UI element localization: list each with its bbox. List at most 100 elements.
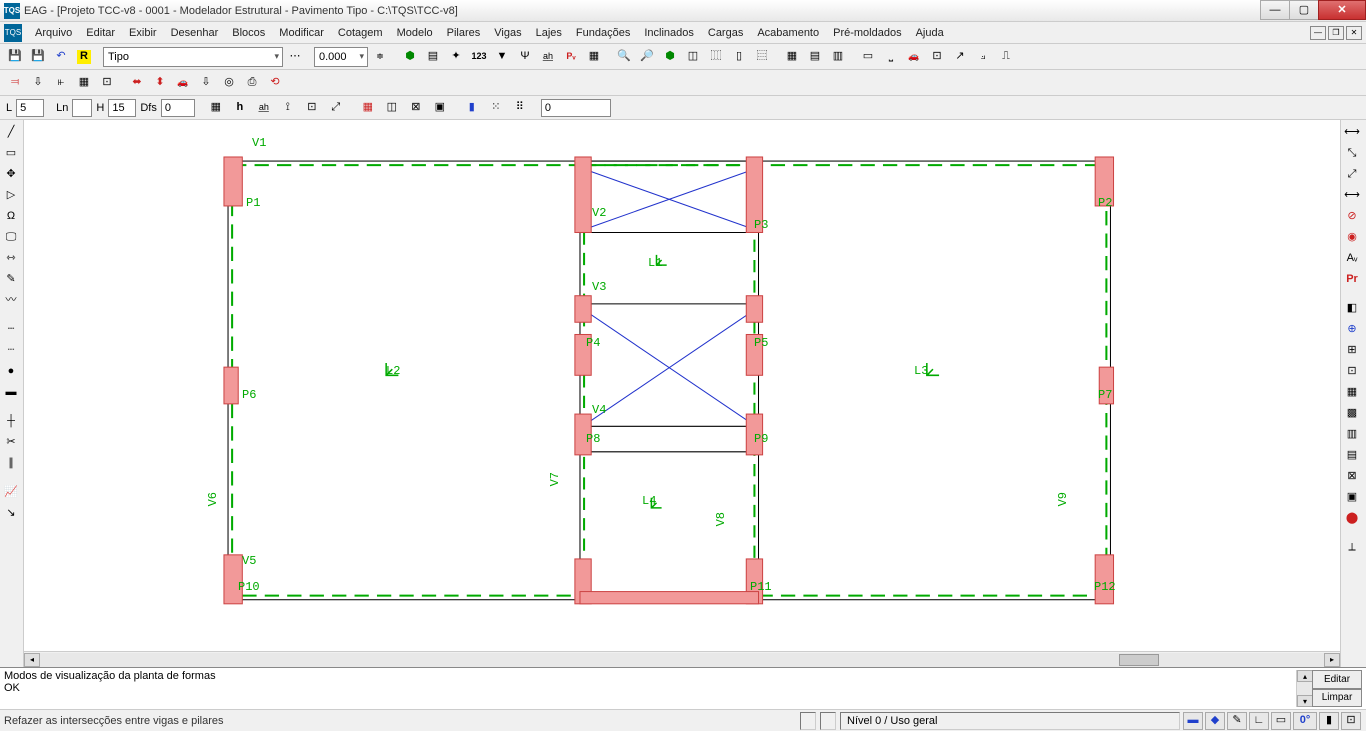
f3-j-icon[interactable]: ▣ bbox=[429, 97, 451, 119]
rt-pr-icon[interactable]: Pr bbox=[1342, 269, 1362, 289]
baseline-button[interactable]: ⎵ bbox=[880, 46, 902, 68]
sec-j-icon[interactable]: ◎ bbox=[218, 72, 240, 94]
lt-wave-icon[interactable]: 〰 bbox=[1, 290, 21, 310]
f3-c-icon[interactable]: a̲h̲ bbox=[253, 97, 275, 119]
menu-vigas[interactable]: Vigas bbox=[487, 25, 528, 41]
scale-stepper[interactable]: ≑ bbox=[369, 46, 391, 68]
minimize-button[interactable]: — bbox=[1260, 0, 1290, 20]
mdi-restore-button[interactable]: ❐ bbox=[1328, 26, 1344, 40]
field-l-input[interactable]: 5 bbox=[16, 99, 44, 117]
status-btn-2[interactable]: ◆ bbox=[1205, 712, 1225, 730]
sec-e-icon[interactable]: ⊡ bbox=[96, 72, 118, 94]
field-ln-input[interactable] bbox=[72, 99, 92, 117]
redo-button[interactable]: R bbox=[73, 46, 95, 68]
zoom-out-button[interactable]: 🔎 bbox=[636, 46, 658, 68]
console-clear-button[interactable]: Limpar bbox=[1312, 689, 1362, 708]
menu-inclinados[interactable]: Inclinados bbox=[637, 25, 701, 41]
view-3d-button[interactable]: ⬢ bbox=[659, 46, 681, 68]
f3-m-icon[interactable]: ⠿ bbox=[509, 97, 531, 119]
window-1-button[interactable]: ◫ bbox=[682, 46, 704, 68]
mdi-close-button[interactable]: ✕ bbox=[1346, 26, 1362, 40]
rt-q-icon[interactable]: ▣ bbox=[1342, 487, 1362, 507]
lt-cut-icon[interactable]: ✂ bbox=[1, 432, 21, 452]
menu-ajuda[interactable]: Ajuda bbox=[909, 25, 951, 41]
zoom-in-button[interactable]: 🔍 bbox=[613, 46, 635, 68]
rt-d-icon[interactable]: ⟷ bbox=[1342, 185, 1362, 205]
rt-e-icon[interactable]: ⊘ bbox=[1342, 206, 1362, 226]
mdi-minimize-button[interactable]: — bbox=[1310, 26, 1326, 40]
rt-l-icon[interactable]: ▦ bbox=[1342, 382, 1362, 402]
grid-b-button[interactable]: ▤ bbox=[804, 46, 826, 68]
rt-h-icon[interactable]: ◧ bbox=[1342, 298, 1362, 318]
rt-f-icon[interactable]: ◉ bbox=[1342, 227, 1362, 247]
lt-para-icon[interactable]: ∥ bbox=[1, 453, 21, 473]
lt-screen-icon[interactable]: 🖵 bbox=[1, 227, 21, 247]
lt-arc-icon[interactable]: Ω bbox=[1, 206, 21, 226]
lt-block-icon[interactable]: ▬ bbox=[1, 382, 21, 402]
window-3-button[interactable]: ▯ bbox=[728, 46, 750, 68]
menu-cargas[interactable]: Cargas bbox=[701, 25, 750, 41]
menu-blocos[interactable]: Blocos bbox=[225, 25, 272, 41]
tool-check-icon[interactable]: ✦ bbox=[445, 46, 467, 68]
close-button[interactable]: ✕ bbox=[1318, 0, 1366, 20]
sec-k-icon[interactable]: ⎙ bbox=[241, 72, 263, 94]
grid-a-button[interactable]: ▦ bbox=[781, 46, 803, 68]
f3-g-icon[interactable]: ▦ bbox=[357, 97, 379, 119]
lt-plus-icon[interactable]: ┼ bbox=[1, 411, 21, 431]
status-btn-1[interactable]: ▬ bbox=[1183, 712, 1203, 730]
drawing-canvas[interactable]: V1 V2 V3 V4 V5 V6 V7 V8 V9 P1 P2 P3 P4 P… bbox=[24, 120, 1340, 651]
bracket-button[interactable]: ⟓ bbox=[972, 46, 994, 68]
rect-button[interactable]: ▭ bbox=[857, 46, 879, 68]
arrow-tr-button[interactable]: ↗ bbox=[949, 46, 971, 68]
field-dfs-input[interactable]: 0 bbox=[161, 99, 195, 117]
maximize-button[interactable]: ▢ bbox=[1289, 0, 1319, 20]
status-btn-7[interactable]: ⊡ bbox=[1341, 712, 1361, 730]
menu-lajes[interactable]: Lajes bbox=[529, 25, 569, 41]
f3-b-icon[interactable]: h bbox=[229, 97, 251, 119]
rt-r-icon[interactable]: ⬤ bbox=[1342, 508, 1362, 528]
tool-123-icon[interactable]: 123 bbox=[468, 46, 490, 68]
tool-grid-icon[interactable]: ▦ bbox=[583, 46, 605, 68]
rt-k-icon[interactable]: ⊡ bbox=[1342, 361, 1362, 381]
tool-list-icon[interactable]: ▤ bbox=[422, 46, 444, 68]
f3-d-icon[interactable]: ⟟ bbox=[277, 97, 299, 119]
f3-f-icon[interactable]: ⤢ bbox=[325, 97, 347, 119]
sec-c-icon[interactable]: ⫦ bbox=[50, 72, 72, 94]
rt-p-icon[interactable]: ⊠ bbox=[1342, 466, 1362, 486]
field-h-input[interactable]: 15 bbox=[108, 99, 136, 117]
scroll-thumb[interactable] bbox=[1119, 654, 1159, 666]
lt-line-icon[interactable]: ╱ bbox=[1, 122, 21, 142]
f3-k-icon[interactable]: ▮ bbox=[461, 97, 483, 119]
rt-b-icon[interactable]: ⤡ bbox=[1342, 143, 1362, 163]
sec-a-icon[interactable]: ⫤ bbox=[4, 72, 26, 94]
scroll-track[interactable] bbox=[40, 653, 1324, 667]
sec-g-icon[interactable]: ⬍ bbox=[149, 72, 171, 94]
undo-button[interactable]: ↶ bbox=[50, 46, 72, 68]
status-btn-4[interactable]: ∟ bbox=[1249, 712, 1269, 730]
status-angle[interactable]: 0° bbox=[1293, 712, 1317, 730]
save-as-button[interactable]: 💾 bbox=[27, 46, 49, 68]
menu-modificar[interactable]: Modificar bbox=[272, 25, 331, 41]
rt-s-icon[interactable]: ⟂ bbox=[1342, 537, 1362, 557]
door-button[interactable]: ⎍ bbox=[995, 46, 1017, 68]
f3-a-icon[interactable]: ▦ bbox=[205, 97, 227, 119]
sec-h-icon[interactable]: 🚗 bbox=[172, 72, 194, 94]
lt-move-icon[interactable]: ✥ bbox=[1, 164, 21, 184]
layer-combo[interactable]: Tipo bbox=[103, 47, 283, 67]
sec-d-icon[interactable]: ▦ bbox=[73, 72, 95, 94]
grid-c-button[interactable]: ▥ bbox=[827, 46, 849, 68]
scroll-right-button[interactable]: ▸ bbox=[1324, 653, 1340, 667]
rt-o-icon[interactable]: ▤ bbox=[1342, 445, 1362, 465]
menu-desenhar[interactable]: Desenhar bbox=[164, 25, 226, 41]
console-edit-button[interactable]: Editar bbox=[1312, 670, 1362, 689]
f3-i-icon[interactable]: ⊠ bbox=[405, 97, 427, 119]
window-2-button[interactable]: ⿲ bbox=[705, 46, 727, 68]
status-btn-5[interactable]: ▭ bbox=[1271, 712, 1291, 730]
rt-c-icon[interactable]: ⤢ bbox=[1342, 164, 1362, 184]
field-last-input[interactable]: 0 bbox=[541, 99, 611, 117]
tool-antenna-icon[interactable]: Ψ bbox=[514, 46, 536, 68]
console-scroll-up[interactable]: ▴ bbox=[1297, 670, 1313, 682]
lt-circle-icon[interactable]: ● bbox=[1, 361, 21, 381]
sec-l-icon[interactable]: ⟲ bbox=[264, 72, 286, 94]
box-button[interactable]: ⊡ bbox=[926, 46, 948, 68]
